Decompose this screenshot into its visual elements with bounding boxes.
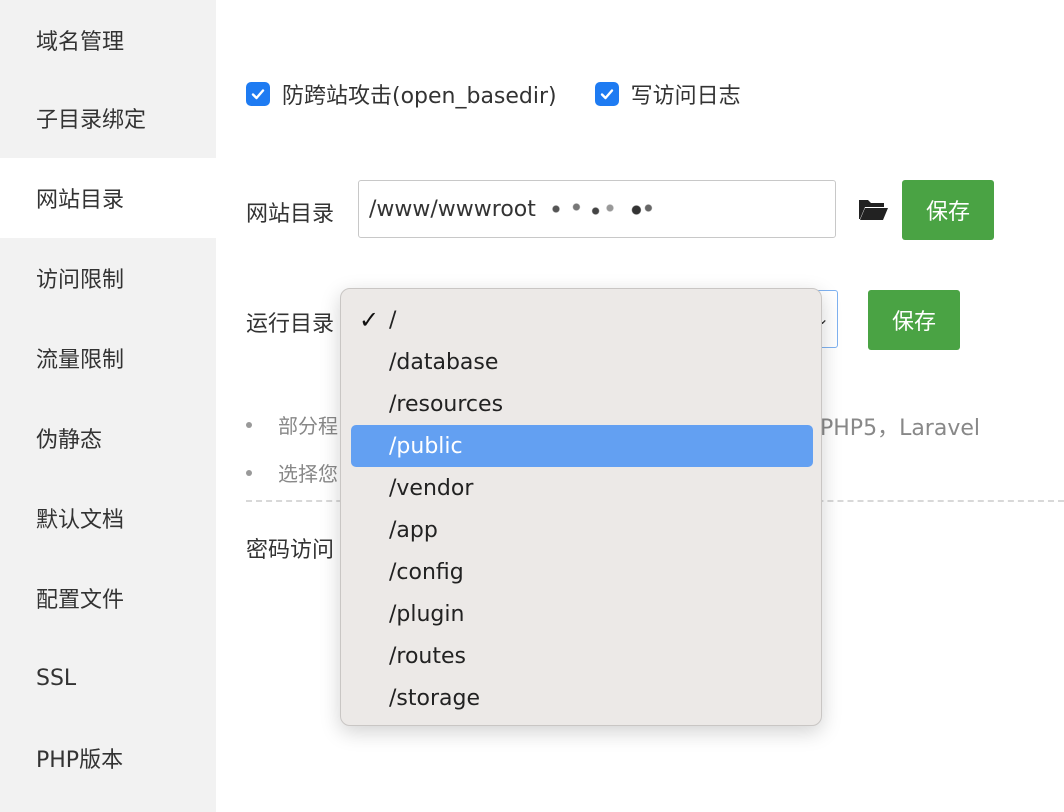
tip-1-start: 部分程 (278, 414, 338, 438)
site-dir-label: 网站目录 (246, 202, 335, 227)
password-access-label: 密码访问 (246, 538, 335, 563)
dropdown-option-plugin[interactable]: /plugin (351, 593, 813, 635)
option-label: /resources (389, 391, 504, 417)
option-label: /database (389, 349, 499, 375)
option-label: /routes (389, 643, 466, 669)
checkbox-checked-icon[interactable] (594, 82, 619, 106)
sidebar-item-default-doc[interactable]: 默认文档 (0, 478, 216, 558)
dropdown-option-database[interactable]: /database (351, 341, 813, 383)
sidebar-item-subdir-binding[interactable]: 子目录绑定 (0, 78, 216, 158)
dropdown-option-app[interactable]: /app (351, 509, 813, 551)
access-log-label: 写访问日志 (630, 84, 741, 109)
bullet-dot (246, 421, 252, 428)
dropdown-option-storage[interactable]: /storage (351, 677, 813, 719)
redacted-path-mark (537, 199, 658, 219)
option-label: /plugin (389, 601, 465, 627)
site-dir-input[interactable]: /www/wwwroot (358, 180, 836, 238)
option-label: /storage (389, 685, 480, 711)
sidebar-item-ssl[interactable]: SSL (0, 638, 216, 718)
sidebar-item-access-limit[interactable]: 访问限制 (0, 238, 216, 318)
dropdown-option-public[interactable]: /public (351, 425, 813, 467)
sidebar: 域名管理 子目录绑定 网站目录 访问限制 流量限制 伪静态 默认文档 配置文件 … (0, 0, 216, 812)
dropdown-option-root[interactable]: ✓ / (351, 299, 813, 341)
bullet-dot (246, 469, 252, 476)
anti-xss-checkbox[interactable]: 防跨站攻击(open_basedir) (246, 78, 557, 110)
dropdown-option-resources[interactable]: /resources (351, 383, 813, 425)
dropdown-option-vendor[interactable]: /vendor (351, 467, 813, 509)
dropdown-option-routes[interactable]: /routes (351, 635, 813, 677)
tip-2: 选择您 (246, 458, 338, 487)
option-label: /public (389, 433, 463, 459)
checkmark-icon: ✓ (359, 306, 380, 334)
checkbox-checked-icon[interactable] (246, 82, 270, 106)
folder-open-icon[interactable] (856, 192, 890, 226)
option-checkboxes: 防跨站攻击(open_basedir) 写访问日志 (246, 78, 779, 110)
option-label: /vendor (389, 475, 474, 501)
access-log-checkbox[interactable]: 写访问日志 (594, 78, 741, 110)
option-label: /app (389, 517, 438, 543)
dropdown-option-config[interactable]: /config (351, 551, 813, 593)
site-dir-value: /www/wwwroot (369, 196, 536, 222)
run-dir-label: 运行目录 (246, 312, 335, 337)
run-dir-save-button[interactable]: 保存 (868, 290, 960, 350)
sidebar-item-config-file[interactable]: 配置文件 (0, 558, 216, 638)
tip-2-start: 选择您 (278, 462, 338, 486)
option-label: / (389, 307, 397, 333)
tip-1: 部分程 (246, 410, 338, 439)
site-dir-save-button[interactable]: 保存 (902, 180, 994, 240)
sidebar-item-domain[interactable]: 域名管理 (0, 0, 216, 80)
option-label: /config (389, 559, 464, 585)
run-dir-dropdown: ✓ / /database /resources /public /vendor… (340, 288, 822, 726)
sidebar-item-traffic-limit[interactable]: 流量限制 (0, 318, 216, 398)
anti-xss-label: 防跨站攻击(open_basedir) (282, 84, 557, 109)
sidebar-item-rewrite[interactable]: 伪静态 (0, 398, 216, 478)
tip-1-end: PHP5，Laravel (820, 416, 981, 441)
sidebar-item-php-version[interactable]: PHP版本 (0, 718, 216, 798)
sidebar-item-site-dir[interactable]: 网站目录 (0, 158, 216, 238)
